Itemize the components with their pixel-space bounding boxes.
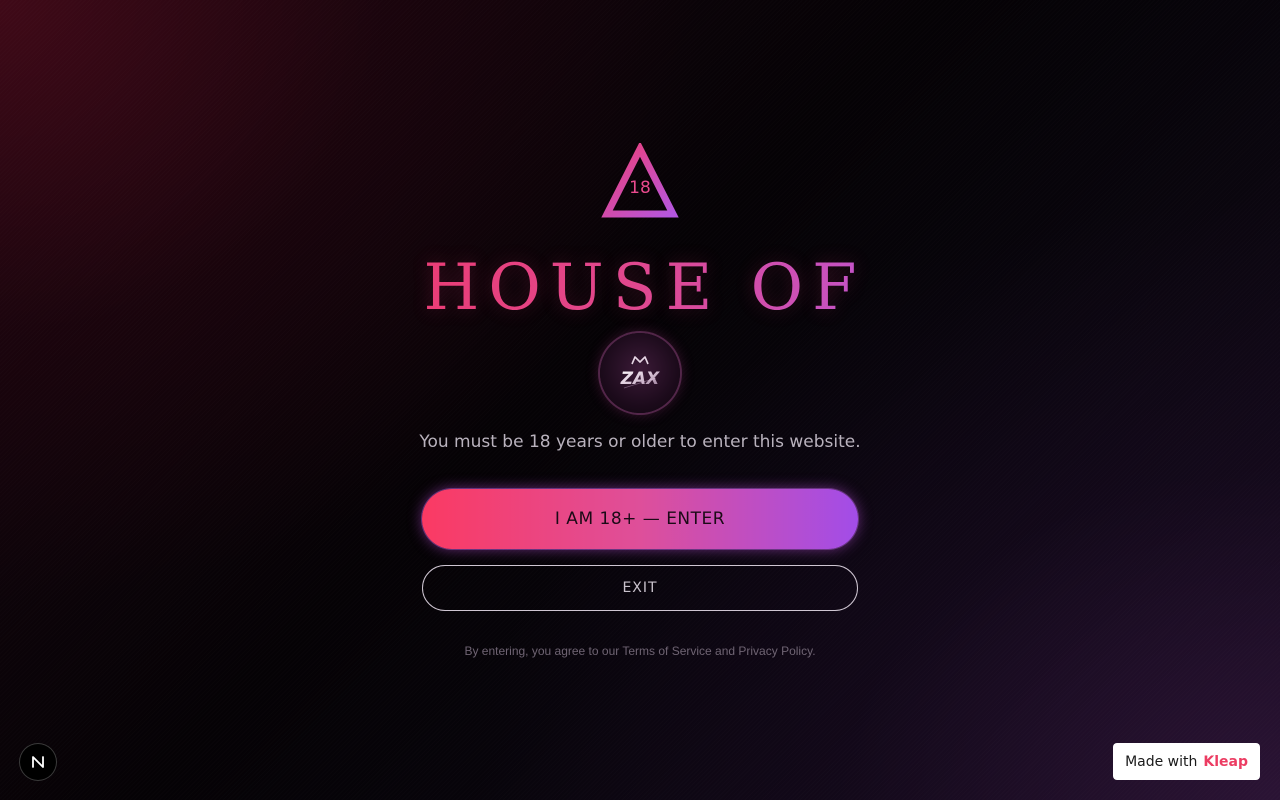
zax-logo: ZAX (600, 333, 680, 413)
exit-button[interactable]: EXIT (422, 565, 858, 611)
enter-button[interactable]: I AM 18+ — ENTER (422, 489, 858, 549)
age-verification-gate: 18 HOUSE OF ZAX You must be 18 years or … (0, 0, 1280, 800)
made-with-kleap-badge[interactable]: Made with Kleap (1113, 743, 1260, 780)
made-with-prefix: Made with (1125, 753, 1198, 770)
age-requirement-message: You must be 18 years or older to enter t… (419, 432, 861, 452)
nextjs-icon (32, 756, 44, 768)
made-with-brand: Kleap (1203, 753, 1248, 770)
age-18-triangle-icon: 18 (600, 143, 680, 219)
page-title: HOUSE OF (340, 250, 940, 326)
legal-disclaimer: By entering, you agree to our Terms of S… (464, 644, 816, 658)
nextjs-dev-indicator[interactable] (20, 744, 56, 780)
crown-icon (631, 356, 649, 365)
age-icon-text: 18 (629, 178, 651, 198)
